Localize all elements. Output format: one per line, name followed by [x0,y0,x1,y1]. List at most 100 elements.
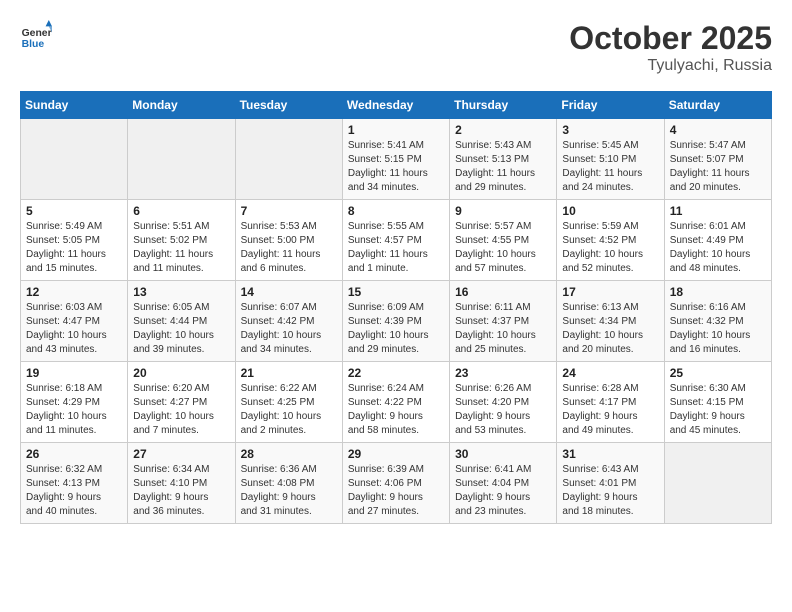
calendar-cell: 10 Sunrise: 5:59 AM Sunset: 4:52 PM Dayli… [557,200,664,281]
calendar-week-row: 12 Sunrise: 6:03 AM Sunset: 4:47 PM Dayli… [21,281,772,362]
logo: General Blue [20,20,52,52]
day-info: Sunrise: 5:59 AM Sunset: 4:52 PM Dayligh… [562,220,658,276]
calendar-cell: 4 Sunrise: 5:47 AM Sunset: 5:07 PM Daylig… [664,119,771,200]
day-info: Sunrise: 5:43 AM Sunset: 5:13 PM Dayligh… [455,139,551,195]
day-of-week-header: Sunday [21,92,128,119]
day-number: 19 [26,366,122,380]
calendar-cell: 21Sunrise: 6:22 AM Sunset: 4:25 PM Dayli… [235,362,342,443]
day-number: 16 [455,285,551,299]
day-info: Sunrise: 6:36 AM Sunset: 4:08 PM Dayligh… [241,463,337,519]
day-number: 27 [133,447,229,461]
day-info: Sunrise: 6:20 AM Sunset: 4:27 PM Dayligh… [133,382,229,438]
day-number: 15 [348,285,444,299]
day-of-week-header: Saturday [664,92,771,119]
day-number: 30 [455,447,551,461]
day-number: 21 [241,366,337,380]
calendar-cell [235,119,342,200]
day-number: 25 [670,366,766,380]
calendar-cell: 3Sunrise: 5:45 AM Sunset: 5:10 PM Daylig… [557,119,664,200]
day-number: 18 [670,285,766,299]
calendar-cell [128,119,235,200]
calendar-week-row: 19 Sunrise: 6:18 AM Sunset: 4:29 PM Dayli… [21,362,772,443]
day-info: Sunrise: 6:01 AM Sunset: 4:49 PM Dayligh… [670,220,766,276]
calendar-cell: 15Sunrise: 6:09 AM Sunset: 4:39 PM Dayli… [342,281,449,362]
day-number: 26 [26,447,122,461]
page-header: General Blue October 2025 Tyulyachi, Rus… [20,20,772,75]
calendar-table: SundayMondayTuesdayWednesdayThursdayFrid… [20,91,772,524]
day-number: 11 [670,204,766,218]
day-of-week-header: Friday [557,92,664,119]
day-number: 23 [455,366,551,380]
calendar-cell: 13 Sunrise: 6:05 AM Sunset: 4:44 PM Dayli… [128,281,235,362]
day-info: Sunrise: 6:07 AM Sunset: 4:42 PM Dayligh… [241,301,337,357]
calendar-cell: 27Sunrise: 6:34 AM Sunset: 4:10 PM Dayli… [128,443,235,524]
day-number: 4 [670,123,766,137]
day-number: 22 [348,366,444,380]
calendar-cell: 19 Sunrise: 6:18 AM Sunset: 4:29 PM Dayli… [21,362,128,443]
calendar-cell [21,119,128,200]
calendar-cell: 29 Sunrise: 6:39 AM Sunset: 4:06 PM Dayli… [342,443,449,524]
day-number: 13 [133,285,229,299]
calendar-cell: 24 Sunrise: 6:28 AM Sunset: 4:17 PM Dayli… [557,362,664,443]
calendar-cell: 12 Sunrise: 6:03 AM Sunset: 4:47 PM Dayli… [21,281,128,362]
day-number: 17 [562,285,658,299]
day-number: 5 [26,204,122,218]
day-number: 2 [455,123,551,137]
calendar-cell: 22Sunrise: 6:24 AM Sunset: 4:22 PM Dayli… [342,362,449,443]
calendar-cell: 26 Sunrise: 6:32 AM Sunset: 4:13 PM Dayli… [21,443,128,524]
day-info: Sunrise: 5:47 AM Sunset: 5:07 PM Dayligh… [670,139,766,195]
day-info: Sunrise: 6:05 AM Sunset: 4:44 PM Dayligh… [133,301,229,357]
day-number: 12 [26,285,122,299]
day-info: Sunrise: 6:28 AM Sunset: 4:17 PM Dayligh… [562,382,658,438]
day-info: Sunrise: 5:51 AM Sunset: 5:02 PM Dayligh… [133,220,229,276]
calendar-cell: 1 Sunrise: 5:41 AM Sunset: 5:15 PM Daylig… [342,119,449,200]
calendar-cell: 30Sunrise: 6:41 AM Sunset: 4:04 PM Dayli… [450,443,557,524]
calendar-cell [664,443,771,524]
day-of-week-header: Wednesday [342,92,449,119]
calendar-cell: 16 Sunrise: 6:11 AM Sunset: 4:37 PM Dayli… [450,281,557,362]
calendar-cell: 28 Sunrise: 6:36 AM Sunset: 4:08 PM Dayli… [235,443,342,524]
title-block: October 2025 Tyulyachi, Russia [569,20,772,75]
day-number: 3 [562,123,658,137]
calendar-week-row: 5 Sunrise: 5:49 AM Sunset: 5:05 PM Daylig… [21,200,772,281]
day-info: Sunrise: 6:16 AM Sunset: 4:32 PM Dayligh… [670,301,766,357]
day-number: 24 [562,366,658,380]
calendar-cell: 8Sunrise: 5:55 AM Sunset: 4:57 PM Daylig… [342,200,449,281]
day-number: 14 [241,285,337,299]
calendar-week-row: 1 Sunrise: 5:41 AM Sunset: 5:15 PM Daylig… [21,119,772,200]
day-info: Sunrise: 6:26 AM Sunset: 4:20 PM Dayligh… [455,382,551,438]
calendar-cell: 2 Sunrise: 5:43 AM Sunset: 5:13 PM Daylig… [450,119,557,200]
day-info: Sunrise: 5:41 AM Sunset: 5:15 PM Dayligh… [348,139,444,195]
calendar-cell: 9Sunrise: 5:57 AM Sunset: 4:55 PM Daylig… [450,200,557,281]
day-info: Sunrise: 5:49 AM Sunset: 5:05 PM Dayligh… [26,220,122,276]
day-info: Sunrise: 6:11 AM Sunset: 4:37 PM Dayligh… [455,301,551,357]
calendar-cell: 11 Sunrise: 6:01 AM Sunset: 4:49 PM Dayli… [664,200,771,281]
day-of-week-header: Tuesday [235,92,342,119]
calendar-cell: 7 Sunrise: 5:53 AM Sunset: 5:00 PM Daylig… [235,200,342,281]
logo-icon: General Blue [20,20,52,52]
day-number: 29 [348,447,444,461]
svg-text:Blue: Blue [22,39,45,50]
day-number: 28 [241,447,337,461]
calendar-week-row: 26 Sunrise: 6:32 AM Sunset: 4:13 PM Dayli… [21,443,772,524]
day-of-week-header: Thursday [450,92,557,119]
day-number: 1 [348,123,444,137]
day-of-week-header: Monday [128,92,235,119]
day-info: Sunrise: 5:53 AM Sunset: 5:00 PM Dayligh… [241,220,337,276]
day-number: 20 [133,366,229,380]
calendar-cell: 25Sunrise: 6:30 AM Sunset: 4:15 PM Dayli… [664,362,771,443]
day-info: Sunrise: 6:32 AM Sunset: 4:13 PM Dayligh… [26,463,122,519]
calendar-cell: 31Sunrise: 6:43 AM Sunset: 4:01 PM Dayli… [557,443,664,524]
day-info: Sunrise: 6:13 AM Sunset: 4:34 PM Dayligh… [562,301,658,357]
day-info: Sunrise: 6:03 AM Sunset: 4:47 PM Dayligh… [26,301,122,357]
day-info: Sunrise: 6:39 AM Sunset: 4:06 PM Dayligh… [348,463,444,519]
month-title: October 2025 [569,20,772,57]
day-info: Sunrise: 5:55 AM Sunset: 4:57 PM Dayligh… [348,220,444,276]
day-number: 7 [241,204,337,218]
calendar-cell: 23 Sunrise: 6:26 AM Sunset: 4:20 PM Dayli… [450,362,557,443]
day-number: 10 [562,204,658,218]
location: Tyulyachi, Russia [569,57,772,75]
day-info: Sunrise: 6:18 AM Sunset: 4:29 PM Dayligh… [26,382,122,438]
day-info: Sunrise: 5:57 AM Sunset: 4:55 PM Dayligh… [455,220,551,276]
calendar-cell: 14 Sunrise: 6:07 AM Sunset: 4:42 PM Dayli… [235,281,342,362]
